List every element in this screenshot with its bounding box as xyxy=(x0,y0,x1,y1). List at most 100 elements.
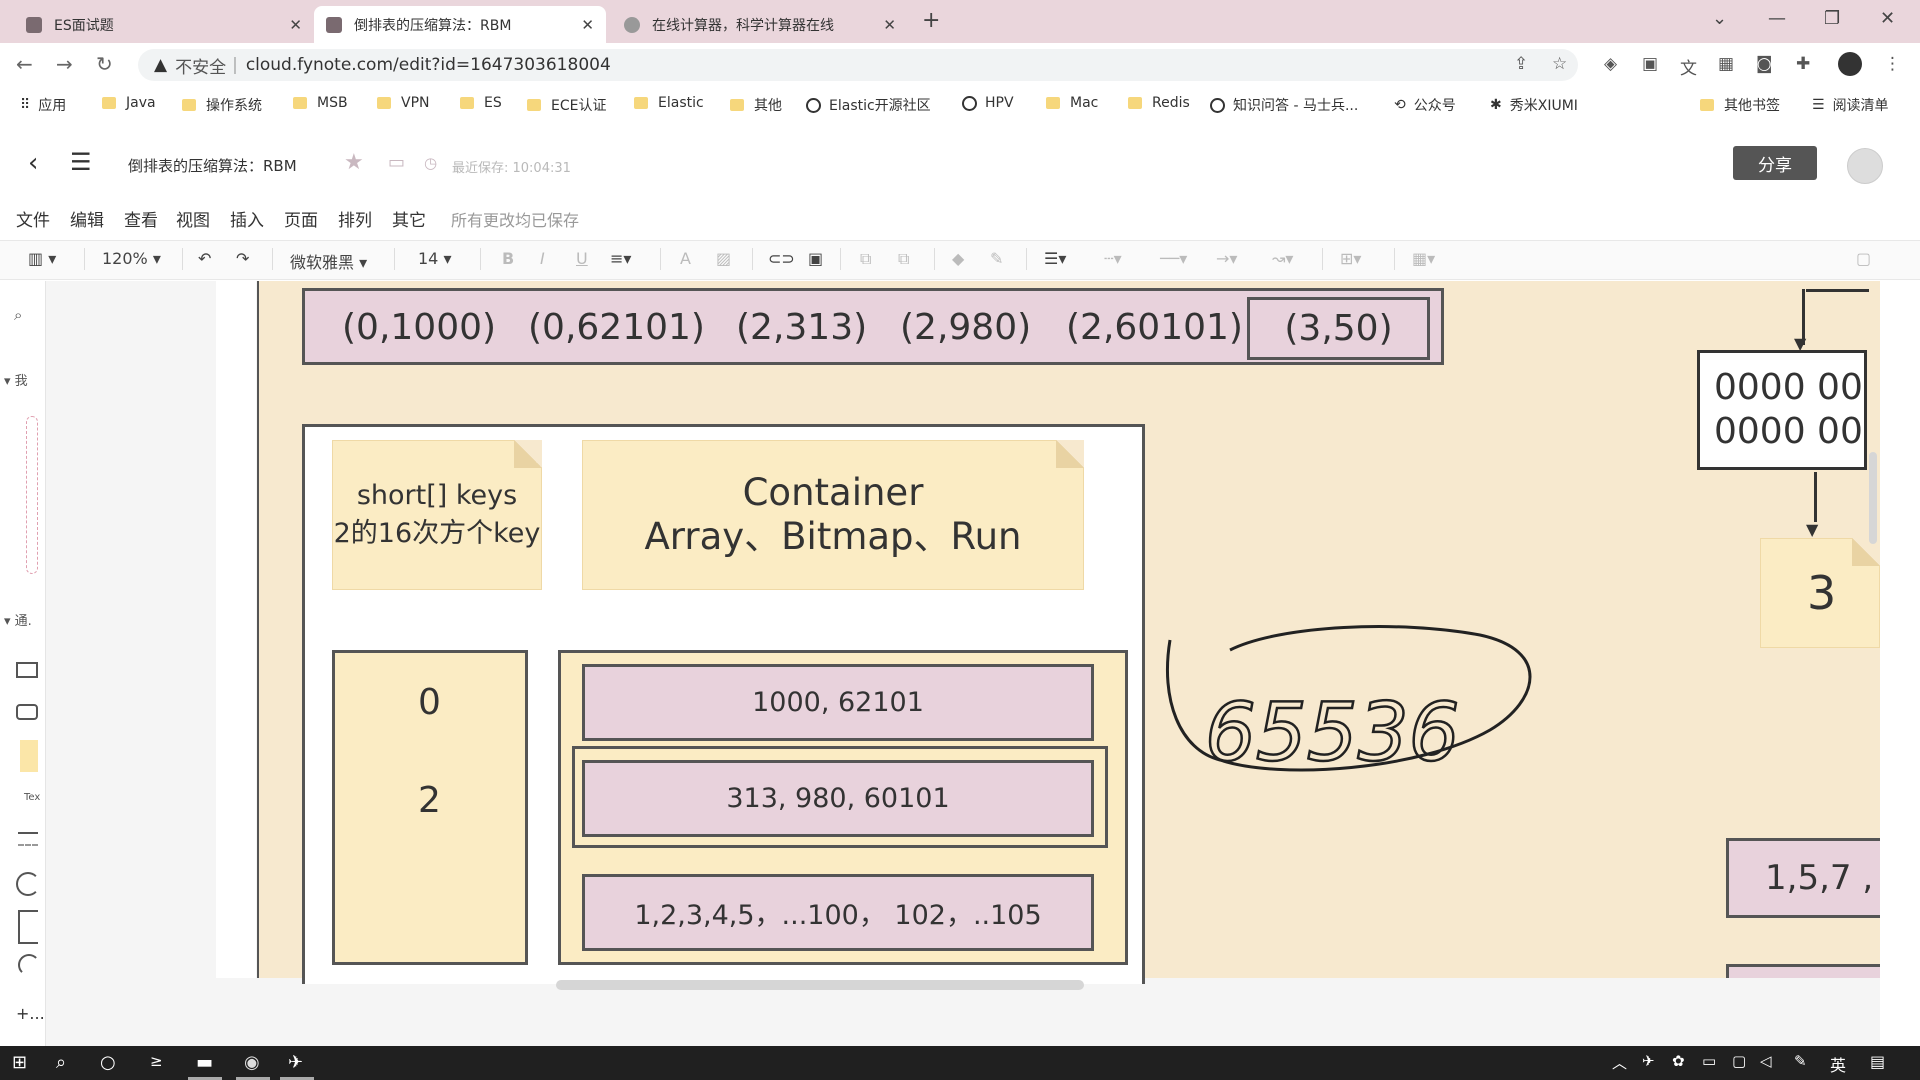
new-tab-button[interactable]: + xyxy=(922,8,940,33)
menu-insert[interactable]: 插入 xyxy=(230,206,264,231)
volume-icon[interactable]: ◁ xyxy=(1760,1052,1772,1070)
tray-chevron-icon[interactable]: ︿ xyxy=(1612,1052,1627,1073)
font-color-icon[interactable]: A xyxy=(680,249,691,268)
bookmark-folder[interactable]: Elastic xyxy=(634,95,704,111)
task-view-icon[interactable]: ○ xyxy=(100,1052,116,1073)
extension-icon[interactable]: ▦ xyxy=(1718,54,1734,74)
italic-icon[interactable]: I xyxy=(540,249,545,268)
tab-close-icon[interactable]: ✕ xyxy=(581,16,594,34)
profile-avatar[interactable] xyxy=(1838,52,1862,76)
undo-icon[interactable]: ↶ xyxy=(198,249,211,268)
bookmark-reading-list[interactable]: ☰ 阅读清单 xyxy=(1812,95,1889,115)
extension-icon[interactable]: ◈ xyxy=(1604,54,1617,74)
menu-view[interactable]: 查看 xyxy=(124,206,158,231)
tab-close-icon[interactable]: ✕ xyxy=(883,16,896,34)
battery-icon[interactable]: ▭ xyxy=(1702,1052,1716,1070)
hamburger-menu-icon[interactable]: ☰ xyxy=(70,148,92,176)
menu-file[interactable]: 文件 xyxy=(16,206,50,231)
panel-toggle-icon[interactable]: ▥ ▾ xyxy=(28,249,56,268)
keys-note[interactable]: short[] keys 2的16次方个key xyxy=(332,440,542,590)
redo-icon[interactable]: ↷ xyxy=(236,249,249,268)
section-general[interactable]: ▾ 通. xyxy=(4,610,32,629)
bookmark-folder[interactable]: Java xyxy=(102,95,156,111)
image-icon[interactable]: ▣ xyxy=(808,249,823,268)
line-dash-icon[interactable]: ──▾ xyxy=(1160,249,1187,268)
result-note[interactable]: 3 xyxy=(1760,538,1880,648)
tuple-selected-box[interactable]: (3,50) xyxy=(1247,297,1430,360)
menu-display[interactable]: 视图 xyxy=(176,206,210,231)
text-background-icon[interactable]: ▨ xyxy=(716,249,731,268)
close-window-button[interactable]: ✕ xyxy=(1880,8,1895,29)
bookmark-link[interactable]: ✱ 秀米XIUMI xyxy=(1490,95,1578,115)
pinned-app-icon[interactable]: ✈ xyxy=(288,1052,303,1073)
omnibox[interactable]: ▲ 不安全 | cloud.fynote.com/edit?id=1647303… xyxy=(138,49,1578,81)
network-icon[interactable]: ▢ xyxy=(1732,1052,1746,1070)
share-button[interactable]: 分享 xyxy=(1733,146,1817,180)
bookmark-folder[interactable]: 其他 xyxy=(730,95,782,115)
bookmark-other[interactable]: 其他书签 xyxy=(1700,95,1780,115)
user-avatar[interactable] xyxy=(1847,148,1883,184)
horizontal-scrollbar[interactable] xyxy=(556,980,1084,990)
bookmark-link[interactable]: HPV xyxy=(962,95,1014,111)
tab-es-interview[interactable]: ES面试题 ✕ xyxy=(14,6,314,43)
bookmark-folder[interactable]: ECE认证 xyxy=(527,95,606,115)
tray-app-icon[interactable]: ✈ xyxy=(1642,1052,1655,1070)
ime-indicator[interactable]: 英 xyxy=(1830,1052,1846,1076)
container-item[interactable]: 1000, 62101 xyxy=(582,664,1094,741)
menu-other[interactable]: 其它 xyxy=(392,206,426,231)
underline-icon[interactable]: U xyxy=(576,249,588,268)
star-icon[interactable]: ★ xyxy=(344,150,364,175)
document-title[interactable]: 倒排表的压缩算法：RBM xyxy=(128,155,297,176)
reload-icon[interactable]: ↻ xyxy=(96,52,113,76)
app-icon[interactable]: ≥ xyxy=(150,1052,163,1070)
value-row-box[interactable]: 1,5,7 , xyxy=(1726,838,1880,918)
bookmark-folder[interactable]: Redis xyxy=(1128,95,1190,111)
table-icon[interactable]: ▦▾ xyxy=(1412,249,1435,268)
font-size-select[interactable]: 14 ▾ xyxy=(418,249,451,268)
file-explorer-icon[interactable]: ▬ xyxy=(196,1052,213,1073)
bookmark-apps[interactable]: ⠿ 应用 xyxy=(20,95,66,115)
fullscreen-icon[interactable]: ▢ xyxy=(1856,249,1871,268)
bookmark-link[interactable]: 知识问答 - 马士兵... xyxy=(1210,95,1358,115)
more-shapes-button[interactable]: +... xyxy=(16,1004,45,1023)
back-icon[interactable]: ‹ xyxy=(28,148,38,178)
menu-arrange[interactable]: 排列 xyxy=(338,206,372,231)
ellipse-shape[interactable] xyxy=(16,872,40,896)
vertical-scrollbar[interactable] xyxy=(1869,452,1877,544)
heading-shape[interactable] xyxy=(18,832,38,846)
circle-shape[interactable] xyxy=(18,954,40,976)
section-my-shapes[interactable]: ▾ 我 xyxy=(4,370,28,389)
bookmark-folder[interactable]: VPN xyxy=(377,95,430,111)
value-row-box-partial[interactable] xyxy=(1726,964,1880,978)
text-shape[interactable]: Tex xyxy=(24,792,40,803)
search-icon[interactable]: ⌕ xyxy=(56,1052,66,1073)
send-back-icon[interactable]: ⧉ xyxy=(898,249,909,269)
tab-close-icon[interactable]: ✕ xyxy=(289,16,302,34)
extension-icon[interactable]: ◙ xyxy=(1756,54,1773,74)
bring-front-icon[interactable]: ⧉ xyxy=(860,249,871,269)
pen-icon[interactable]: ✎ xyxy=(1794,1052,1807,1070)
line-style-icon[interactable]: ┄▾ xyxy=(1104,249,1122,268)
puzzle-icon[interactable]: ✚ xyxy=(1796,54,1810,74)
arrange-icon[interactable]: ⊞▾ xyxy=(1340,249,1361,268)
tab-search-icon[interactable]: ⌄ xyxy=(1712,8,1727,29)
bookmark-folder[interactable]: 操作系统 xyxy=(182,95,262,115)
chrome-icon[interactable]: ◉ xyxy=(244,1052,260,1073)
container-item[interactable]: 313, 980, 60101 xyxy=(582,760,1094,837)
more-menu-icon[interactable]: ⋮ xyxy=(1884,54,1901,74)
translate-icon[interactable]: 文 xyxy=(1680,54,1697,79)
container-note[interactable]: Container Array、Bitmap、Run xyxy=(582,440,1084,590)
bookmark-folder[interactable]: MSB xyxy=(293,95,348,111)
rectangle-shape[interactable] xyxy=(16,662,38,678)
zoom-select[interactable]: 120% ▾ xyxy=(102,249,161,268)
tab-calculator[interactable]: 在线计算器，科学计算器在线 ✕ xyxy=(612,6,908,43)
bookmark-star-icon[interactable]: ☆ xyxy=(1552,54,1567,74)
bookmark-link[interactable]: ⟲ 公众号 xyxy=(1394,95,1456,115)
notification-icon[interactable]: ▤ xyxy=(1870,1052,1885,1071)
menu-page[interactable]: 页面 xyxy=(284,206,318,231)
link-icon[interactable]: ⊂⊃ xyxy=(768,249,795,268)
binary-number-box[interactable]: 0000 000 0000 001 xyxy=(1697,350,1867,470)
align-icon[interactable]: ≡▾ xyxy=(610,249,631,268)
line-color-icon[interactable]: ✎ xyxy=(990,249,1003,268)
bold-icon[interactable]: B xyxy=(502,249,514,268)
